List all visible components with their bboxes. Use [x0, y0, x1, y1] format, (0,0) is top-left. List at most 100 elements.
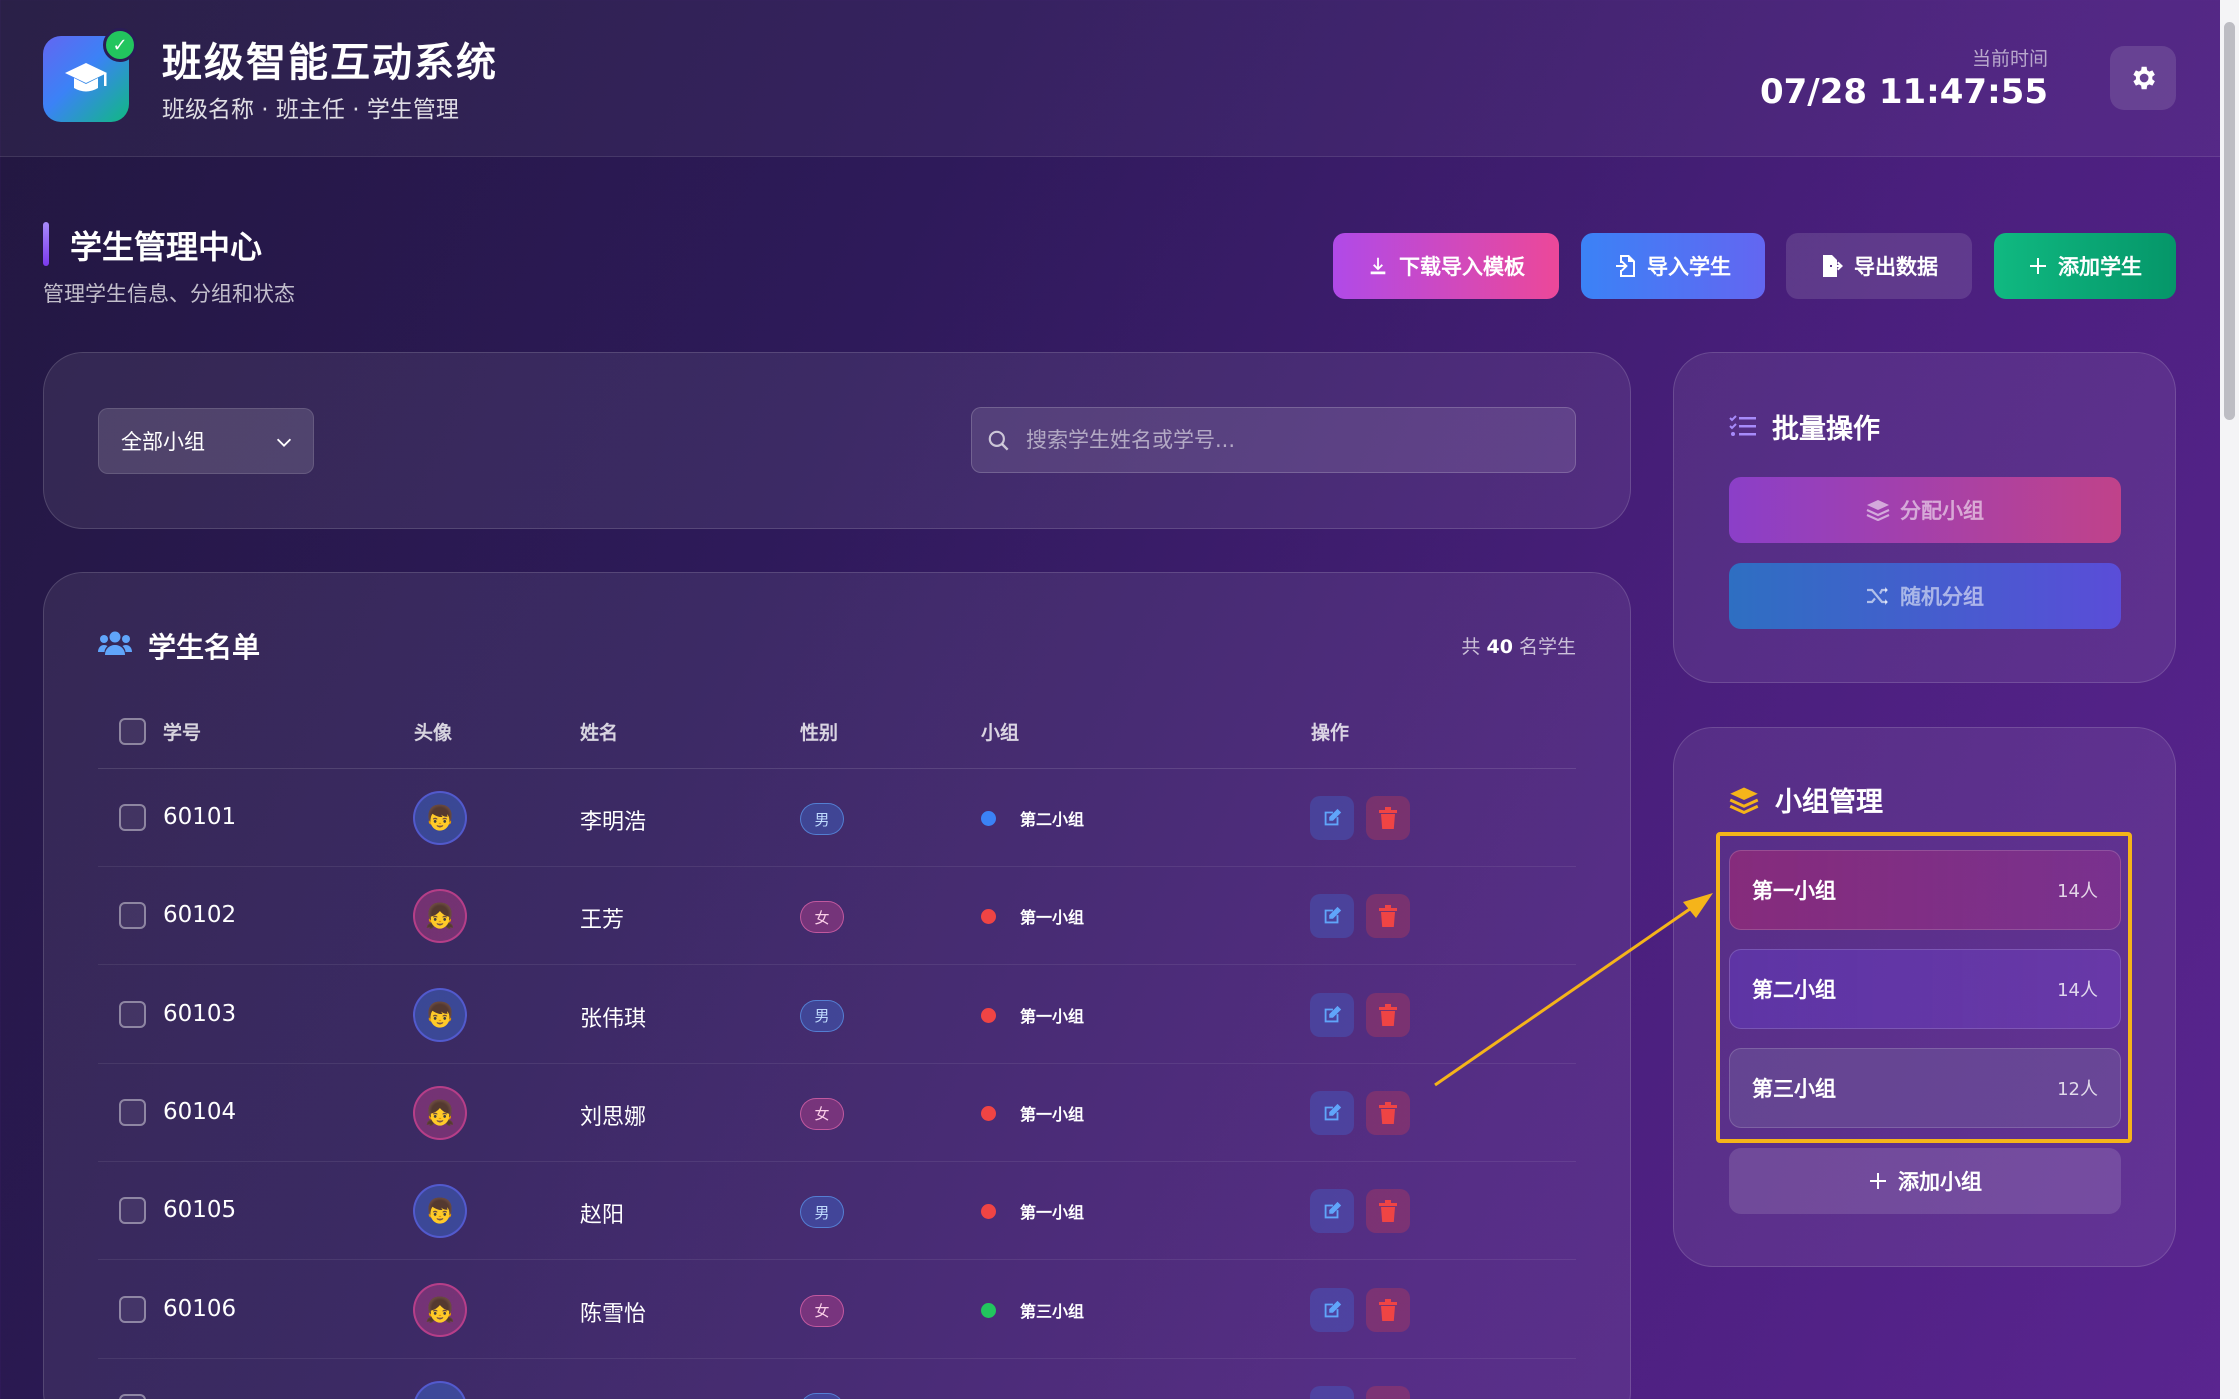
page-subtitle: 管理学生信息、分组和状态 [43, 282, 295, 306]
group-color-dot [981, 811, 996, 826]
student-name: 刘思娜 [580, 1104, 647, 1130]
student-id: 60103 [163, 1000, 237, 1027]
file-import-icon [1616, 255, 1635, 277]
check-icon: ✓ [103, 28, 137, 62]
student-id: 60102 [163, 902, 237, 929]
delete-button[interactable] [1366, 1090, 1410, 1135]
page-title: 学生管理中心 [70, 228, 263, 266]
avatar [413, 1380, 467, 1399]
delete-button[interactable] [1366, 1189, 1410, 1234]
edit-button[interactable] [1310, 1189, 1354, 1234]
row-checkbox[interactable] [119, 1197, 146, 1225]
row-checkbox[interactable] [119, 1295, 146, 1323]
student-id: 60105 [163, 1197, 237, 1224]
users-icon [98, 631, 132, 655]
edit-button[interactable] [1310, 894, 1354, 939]
gender-badge [800, 1392, 844, 1399]
list-check-icon [1729, 415, 1756, 436]
search-box[interactable] [971, 407, 1576, 473]
edit-button[interactable] [1310, 1287, 1354, 1332]
table-row: 60105 👦 赵阳 男 第一小组 [98, 1162, 1576, 1261]
group-color-dot [981, 1302, 996, 1318]
edit-icon [1324, 907, 1342, 924]
delete-button[interactable] [1366, 894, 1410, 939]
gender-badge: 男 [800, 803, 844, 835]
shuffle-icon [1867, 587, 1888, 605]
chevron-down-icon [276, 438, 292, 447]
search-icon [988, 430, 1009, 451]
student-group: 第一小组 [1020, 908, 1085, 928]
edit-button[interactable] [1310, 796, 1354, 840]
highlight-box [1716, 832, 2132, 1143]
gear-icon [2133, 66, 2155, 90]
import-students-button[interactable]: 导入学生 [1581, 233, 1765, 299]
table-row: 60101 👦 李明浩 男 第二小组 [98, 769, 1576, 867]
edit-icon [1324, 1202, 1342, 1219]
assign-group-label: 分配小组 [1900, 499, 1984, 523]
student-group: 第一小组 [1020, 1006, 1085, 1026]
edit-icon [1324, 808, 1342, 826]
select-all-checkbox[interactable] [119, 718, 146, 745]
delete-button[interactable] [1366, 796, 1410, 840]
trash-icon [1379, 1003, 1397, 1026]
student-id: 60106 [163, 1295, 237, 1322]
column-header-gender: 性别 [800, 722, 839, 744]
student-group: 第三小组 [1020, 1301, 1085, 1321]
column-header-id: 学号 [163, 722, 202, 744]
student-group: 第一小组 [1020, 1104, 1085, 1124]
student-name: 张伟琪 [580, 1006, 647, 1032]
student-id: 60101 [163, 804, 237, 830]
table-row: 60103 👦 张伟琪 男 第一小组 [98, 966, 1576, 1064]
app-title: 班级智能互动系统 [162, 40, 498, 86]
app-logo: ✓ [43, 28, 137, 122]
student-name: 陈雪怡 [580, 1301, 647, 1327]
student-list-title: 学生名单 [148, 631, 261, 664]
add-group-label: 添加小组 [1898, 1170, 1982, 1194]
table-row-partial [98, 1359, 1576, 1399]
add-student-label: 添加学生 [2058, 255, 2142, 279]
count-prefix: 共 [1461, 636, 1481, 658]
edit-button[interactable] [1310, 992, 1354, 1037]
avatar: 👧 [413, 1085, 467, 1140]
row-checkbox[interactable] [119, 902, 146, 930]
current-time: 07/28 11:47:55 [1759, 72, 2048, 112]
edit-icon [1324, 1103, 1342, 1121]
edit-button[interactable] [1310, 1090, 1354, 1135]
row-checkbox[interactable] [119, 1000, 146, 1028]
trash-icon [1379, 1200, 1397, 1223]
batch-operations-title: 批量操作 [1772, 414, 1880, 445]
gender-badge: 男 [800, 999, 844, 1032]
row-checkbox[interactable] [119, 1393, 146, 1399]
group-color-dot [981, 1204, 996, 1220]
delete-button[interactable] [1366, 992, 1410, 1037]
search-input[interactable] [1026, 408, 1556, 472]
row-checkbox[interactable] [119, 1098, 146, 1126]
random-group-button[interactable]: 随机分组 [1729, 563, 2121, 629]
row-checkbox[interactable] [119, 804, 146, 831]
scrollbar-thumb[interactable] [2224, 22, 2235, 420]
download-template-button[interactable]: 下载导入模板 [1333, 233, 1559, 299]
student-count: 共 40 名学生 [1461, 632, 1576, 659]
delete-button[interactable] [1366, 1287, 1410, 1332]
group-filter-select[interactable]: 全部小组 [98, 408, 314, 474]
count-value: 40 [1486, 636, 1513, 658]
plus-icon [2030, 258, 2046, 274]
settings-button[interactable] [2110, 46, 2176, 110]
export-data-button[interactable]: 导出数据 [1786, 233, 1972, 299]
column-header-avatar: 头像 [414, 722, 453, 744]
trash-icon [1379, 905, 1397, 928]
time-label: 当前时间 [1971, 48, 2048, 70]
edit-button[interactable] [1310, 1385, 1354, 1399]
file-export-icon [1823, 255, 1843, 277]
assign-group-button[interactable]: 分配小组 [1729, 477, 2121, 543]
table-row: 60102 👧 王芳 女 第一小组 [98, 867, 1576, 966]
avatar: 👦 [413, 987, 467, 1042]
gender-badge: 男 [800, 1196, 844, 1229]
add-group-button[interactable]: 添加小组 [1729, 1148, 2121, 1214]
column-header-group: 小组 [981, 722, 1020, 744]
app-header: ✓ 班级智能互动系统 班级名称 · 班主任 · 学生管理 当前时间 07/28 … [0, 0, 2220, 157]
column-header-name: 姓名 [580, 722, 619, 744]
delete-button[interactable] [1366, 1385, 1410, 1399]
layers-icon [1729, 787, 1759, 814]
add-student-button[interactable]: 添加学生 [1994, 233, 2176, 299]
